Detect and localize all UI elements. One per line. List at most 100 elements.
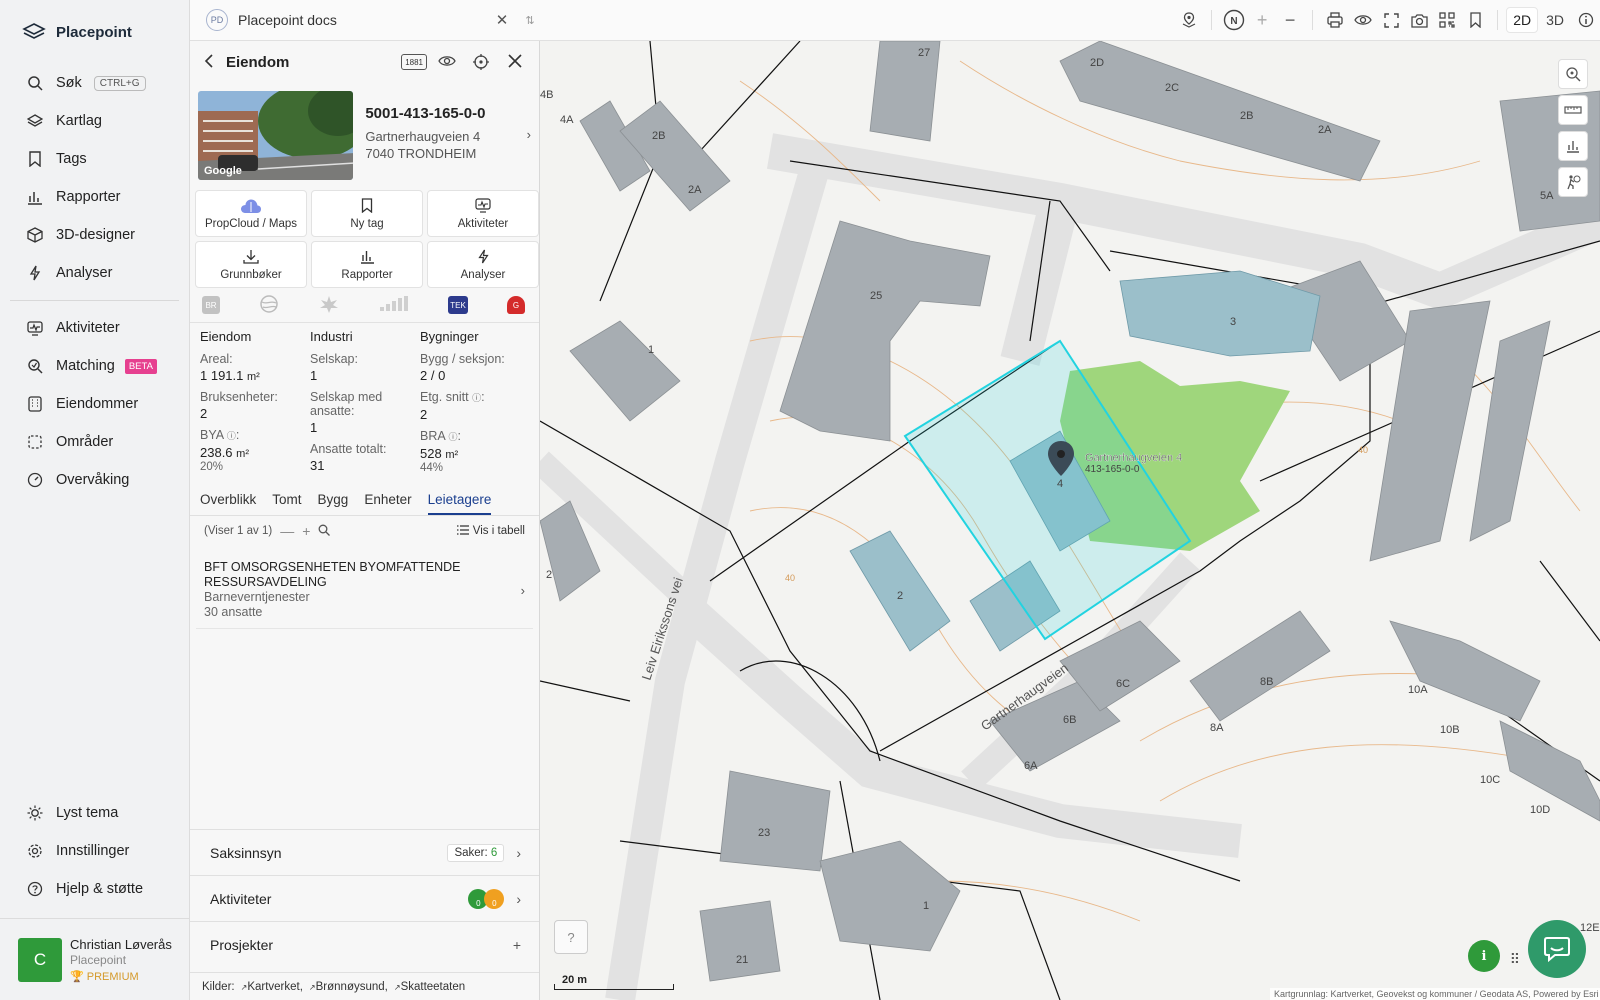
zoom-in-icon[interactable]: + bbox=[1248, 6, 1276, 34]
action-grid: PropCloud / Maps Ny tag Aktiviteter Grun… bbox=[190, 186, 539, 288]
grip-dots-icon[interactable]: ⠿ bbox=[1510, 951, 1520, 968]
walking-time-icon[interactable] bbox=[1558, 167, 1588, 197]
north-label: N bbox=[1231, 16, 1238, 27]
propcloud-maps-button[interactable]: PropCloud / Maps bbox=[195, 190, 307, 237]
thumbnail-provider-label: Google bbox=[204, 165, 242, 177]
search-icon bbox=[26, 74, 44, 92]
section-saksinnsyn[interactable]: Saksinnsyn Saker: 6 › bbox=[190, 829, 539, 875]
tek-logo[interactable]: TEK bbox=[448, 296, 468, 314]
source-link-kartverket[interactable]: ↗Kartverket, bbox=[241, 981, 303, 993]
analyser-button[interactable]: Analyser bbox=[427, 241, 539, 288]
tab-tomt[interactable]: Tomt bbox=[272, 492, 301, 515]
section-prosjekter[interactable]: Prosjekter + bbox=[190, 921, 539, 967]
map-canvas[interactable]: Gartnerhaugveien 4 413-165-0-0 Leiv Eiri… bbox=[540, 41, 1600, 1000]
view-table-button[interactable]: Vis i tabell bbox=[456, 524, 525, 538]
grunnboker-button[interactable]: Grunnbøker bbox=[195, 241, 307, 288]
tab-bygg[interactable]: Bygg bbox=[318, 492, 349, 515]
locate-pin-icon[interactable] bbox=[1558, 59, 1588, 89]
camera-icon[interactable] bbox=[1405, 6, 1433, 34]
eye-icon[interactable] bbox=[433, 54, 461, 70]
tab-overblikk[interactable]: Overblikk bbox=[200, 492, 256, 515]
source-link-skatteetaten[interactable]: ↗Skatteetaten bbox=[394, 981, 465, 993]
nav-item-rapporter[interactable]: Rapporter bbox=[0, 178, 189, 216]
map-pin-icon[interactable] bbox=[1175, 6, 1203, 34]
map-svg[interactable]: Gartnerhaugveien 4 413-165-0-0 Leiv Eiri… bbox=[540, 41, 1600, 1000]
energy-logo-icon[interactable] bbox=[379, 295, 409, 316]
g-logo[interactable]: G bbox=[507, 296, 525, 314]
compass-north-icon[interactable]: N bbox=[1220, 6, 1248, 34]
chevron-right-icon: › bbox=[516, 890, 521, 907]
property-panel: Eiendom 1881 Google 5001-413-165-0-0 Gar… bbox=[190, 41, 540, 1000]
nav-item-label: Lyst tema bbox=[56, 805, 119, 821]
chart-icon[interactable] bbox=[1558, 131, 1588, 161]
info-icon[interactable] bbox=[1572, 6, 1600, 34]
external-link-icon: ↗ bbox=[393, 982, 401, 992]
view-table-label: Vis i tabell bbox=[472, 525, 525, 537]
leaf-logo-icon[interactable] bbox=[318, 294, 340, 317]
building-number: 25 bbox=[870, 290, 882, 302]
badge-1881-icon[interactable]: 1881 bbox=[401, 54, 427, 70]
eye-icon[interactable] bbox=[1349, 6, 1377, 34]
back-icon[interactable] bbox=[204, 53, 214, 71]
fullscreen-icon[interactable] bbox=[1377, 6, 1405, 34]
list-item[interactable]: BFT OMSORGSENHETEN BYOMFATTENDE RESSURSA… bbox=[196, 552, 533, 629]
nav-item-3d-designer[interactable]: 3D-designer bbox=[0, 216, 189, 254]
layers-icon bbox=[26, 112, 44, 130]
nav-item-search[interactable]: Søk CTRL+G bbox=[0, 64, 189, 102]
globe-logo-icon[interactable] bbox=[259, 294, 279, 317]
rapporter-button[interactable]: Rapporter bbox=[311, 241, 423, 288]
mode-2d-button[interactable]: 2D bbox=[1506, 7, 1539, 33]
aktiviteter-button[interactable]: Aktiviteter bbox=[427, 190, 539, 237]
nav-item-kartlag[interactable]: Kartlag bbox=[0, 102, 189, 140]
nav-item-hjelp[interactable]: Hjelp & støtte bbox=[0, 870, 189, 908]
tab-leietagere[interactable]: Leietagere bbox=[427, 492, 492, 515]
nav-item-matching[interactable]: Matching BETA bbox=[0, 347, 189, 385]
building-number: 3 bbox=[1230, 316, 1236, 328]
add-icon[interactable]: + bbox=[302, 523, 310, 539]
nav-item-omrader[interactable]: Områder bbox=[0, 423, 189, 461]
info-button[interactable]: i bbox=[1468, 940, 1500, 972]
map-side-tools bbox=[1558, 59, 1588, 197]
collapse-icon[interactable]: — bbox=[280, 523, 294, 539]
nav-item-overvaking[interactable]: Overvåking bbox=[0, 461, 189, 499]
source-link-bronnoysund[interactable]: ↗Brønnøysund, bbox=[309, 981, 388, 993]
close-icon[interactable]: ✕ bbox=[488, 6, 516, 34]
nav-item-lyst-tema[interactable]: Lyst tema bbox=[0, 794, 189, 832]
qr-code-icon[interactable] bbox=[1433, 6, 1461, 34]
sort-icon[interactable]: ⇅ bbox=[516, 6, 544, 34]
close-icon[interactable] bbox=[501, 54, 529, 70]
info-icon[interactable]: ⓘ bbox=[449, 432, 458, 442]
section-aktiviteter[interactable]: Aktiviteter 0 0 › bbox=[190, 875, 539, 921]
activity-badges: 0 0 bbox=[468, 888, 505, 909]
ny-tag-button[interactable]: Ny tag bbox=[311, 190, 423, 237]
nav-item-tags[interactable]: Tags bbox=[0, 140, 189, 178]
chevron-right-icon[interactable]: › bbox=[527, 127, 531, 180]
bookmark-icon[interactable] bbox=[1461, 6, 1489, 34]
help-icon[interactable]: ? bbox=[554, 920, 588, 954]
property-card[interactable]: Google 5001-413-165-0-0 Gartnerhaugveien… bbox=[190, 83, 539, 186]
locate-icon[interactable] bbox=[467, 54, 495, 70]
nav-item-innstillinger[interactable]: Innstillinger bbox=[0, 832, 189, 870]
info-icon[interactable]: ⓘ bbox=[472, 393, 481, 403]
print-icon[interactable] bbox=[1321, 6, 1349, 34]
info-icon[interactable]: ⓘ bbox=[227, 431, 236, 441]
user-profile[interactable]: C Christian Løverås Placepoint 🏆 PREMIUM bbox=[0, 918, 189, 1000]
tab-enheter[interactable]: Enheter bbox=[364, 492, 411, 515]
chat-button[interactable] bbox=[1528, 920, 1586, 978]
nav-item-analyser[interactable]: Analyser bbox=[0, 254, 189, 292]
nav-item-eiendommer[interactable]: Eiendommer bbox=[0, 385, 189, 423]
bolt-icon bbox=[477, 249, 489, 266]
nav-divider bbox=[10, 300, 179, 301]
search-icon[interactable] bbox=[318, 523, 331, 539]
br-logo[interactable]: BR bbox=[202, 296, 220, 314]
doc-title[interactable]: Placepoint docs bbox=[238, 12, 488, 28]
add-icon[interactable]: + bbox=[513, 937, 521, 953]
doc-badge: PD bbox=[206, 9, 228, 31]
road bbox=[1000, 196, 1080, 366]
street-view-thumbnail[interactable]: Google bbox=[198, 91, 354, 180]
mode-3d-button[interactable]: 3D bbox=[1538, 8, 1572, 32]
nav-item-aktiviteter[interactable]: Aktiviteter bbox=[0, 309, 189, 347]
brand[interactable]: Placepoint bbox=[0, 0, 189, 64]
zoom-out-icon[interactable]: − bbox=[1276, 6, 1304, 34]
measure-icon[interactable] bbox=[1558, 95, 1588, 125]
